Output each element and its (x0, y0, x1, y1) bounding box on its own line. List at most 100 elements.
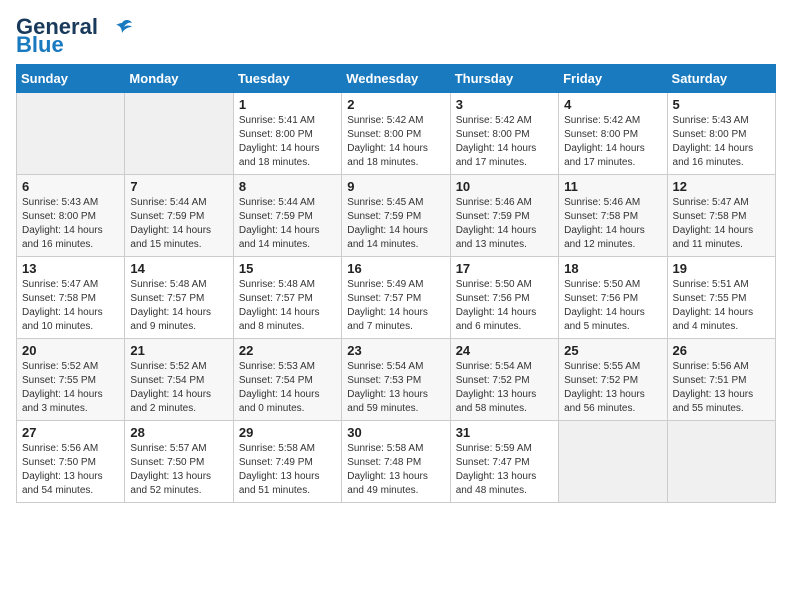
calendar-cell: 13 Sunrise: 5:47 AM Sunset: 7:58 PM Dayli… (17, 257, 125, 339)
day-number: 27 (22, 425, 119, 440)
weekday-header-tuesday: Tuesday (233, 65, 341, 93)
calendar-cell: 3 Sunrise: 5:42 AM Sunset: 8:00 PM Daylig… (450, 93, 558, 175)
calendar-week-row: 6 Sunrise: 5:43 AM Sunset: 8:00 PM Daylig… (17, 175, 776, 257)
page-header: General Blue (16, 16, 776, 56)
day-info: Sunrise: 5:55 AM Sunset: 7:52 PM Dayligh… (564, 360, 661, 416)
calendar-cell: 5 Sunrise: 5:43 AM Sunset: 8:00 PM Daylig… (667, 93, 775, 175)
day-info: Sunrise: 5:42 AM Sunset: 8:00 PM Dayligh… (564, 114, 661, 170)
calendar-header-row: SundayMondayTuesdayWednesdayThursdayFrid… (17, 65, 776, 93)
day-number: 4 (564, 97, 661, 112)
day-info: Sunrise: 5:48 AM Sunset: 7:57 PM Dayligh… (239, 278, 336, 334)
day-number: 5 (673, 97, 770, 112)
day-number: 31 (456, 425, 553, 440)
day-info: Sunrise: 5:41 AM Sunset: 8:00 PM Dayligh… (239, 114, 336, 170)
day-info: Sunrise: 5:58 AM Sunset: 7:48 PM Dayligh… (347, 442, 444, 498)
calendar-table: SundayMondayTuesdayWednesdayThursdayFrid… (16, 64, 776, 503)
calendar-cell: 14 Sunrise: 5:48 AM Sunset: 7:57 PM Dayli… (125, 257, 233, 339)
calendar-cell: 21 Sunrise: 5:52 AM Sunset: 7:54 PM Dayli… (125, 339, 233, 421)
day-info: Sunrise: 5:46 AM Sunset: 7:59 PM Dayligh… (456, 196, 553, 252)
calendar-cell: 8 Sunrise: 5:44 AM Sunset: 7:59 PM Daylig… (233, 175, 341, 257)
calendar-cell: 31 Sunrise: 5:59 AM Sunset: 7:47 PM Dayli… (450, 421, 558, 503)
day-info: Sunrise: 5:57 AM Sunset: 7:50 PM Dayligh… (130, 442, 227, 498)
day-number: 24 (456, 343, 553, 358)
day-number: 3 (456, 97, 553, 112)
day-info: Sunrise: 5:54 AM Sunset: 7:53 PM Dayligh… (347, 360, 444, 416)
day-number: 29 (239, 425, 336, 440)
weekday-header-sunday: Sunday (17, 65, 125, 93)
calendar-cell: 25 Sunrise: 5:55 AM Sunset: 7:52 PM Dayli… (559, 339, 667, 421)
day-number: 30 (347, 425, 444, 440)
calendar-cell: 11Sunrise: 5:46 AM Sunset: 7:58 PM Dayli… (559, 175, 667, 257)
weekday-header-thursday: Thursday (450, 65, 558, 93)
calendar-cell: 30 Sunrise: 5:58 AM Sunset: 7:48 PM Dayli… (342, 421, 450, 503)
calendar-cell: 22 Sunrise: 5:53 AM Sunset: 7:54 PM Dayli… (233, 339, 341, 421)
calendar-cell: 9 Sunrise: 5:45 AM Sunset: 7:59 PM Daylig… (342, 175, 450, 257)
calendar-cell: 20Sunrise: 5:52 AM Sunset: 7:55 PM Dayli… (17, 339, 125, 421)
calendar-cell: 7 Sunrise: 5:44 AM Sunset: 7:59 PM Daylig… (125, 175, 233, 257)
day-number: 12 (673, 179, 770, 194)
day-info: Sunrise: 5:52 AM Sunset: 7:54 PM Dayligh… (130, 360, 227, 416)
calendar-cell: 24Sunrise: 5:54 AM Sunset: 7:52 PM Dayli… (450, 339, 558, 421)
day-info: Sunrise: 5:53 AM Sunset: 7:54 PM Dayligh… (239, 360, 336, 416)
day-info: Sunrise: 5:49 AM Sunset: 7:57 PM Dayligh… (347, 278, 444, 334)
day-number: 26 (673, 343, 770, 358)
calendar-cell (125, 93, 233, 175)
day-number: 23 (347, 343, 444, 358)
day-number: 14 (130, 261, 227, 276)
day-info: Sunrise: 5:42 AM Sunset: 8:00 PM Dayligh… (456, 114, 553, 170)
day-number: 22 (239, 343, 336, 358)
calendar-cell: 12 Sunrise: 5:47 AM Sunset: 7:58 PM Dayli… (667, 175, 775, 257)
day-number: 19 (673, 261, 770, 276)
calendar-cell (559, 421, 667, 503)
calendar-cell: 15Sunrise: 5:48 AM Sunset: 7:57 PM Dayli… (233, 257, 341, 339)
day-number: 2 (347, 97, 444, 112)
calendar-cell: 18 Sunrise: 5:50 AM Sunset: 7:56 PM Dayli… (559, 257, 667, 339)
day-info: Sunrise: 5:44 AM Sunset: 7:59 PM Dayligh… (239, 196, 336, 252)
weekday-header-saturday: Saturday (667, 65, 775, 93)
calendar-week-row: 1 Sunrise: 5:41 AM Sunset: 8:00 PM Daylig… (17, 93, 776, 175)
calendar-cell: 28 Sunrise: 5:57 AM Sunset: 7:50 PM Dayli… (125, 421, 233, 503)
calendar-cell: 26 Sunrise: 5:56 AM Sunset: 7:51 PM Dayli… (667, 339, 775, 421)
day-info: Sunrise: 5:47 AM Sunset: 7:58 PM Dayligh… (22, 278, 119, 334)
calendar-cell (17, 93, 125, 175)
day-info: Sunrise: 5:56 AM Sunset: 7:51 PM Dayligh… (673, 360, 770, 416)
day-info: Sunrise: 5:48 AM Sunset: 7:57 PM Dayligh… (130, 278, 227, 334)
calendar-week-row: 13 Sunrise: 5:47 AM Sunset: 7:58 PM Dayli… (17, 257, 776, 339)
day-info: Sunrise: 5:42 AM Sunset: 8:00 PM Dayligh… (347, 114, 444, 170)
calendar-cell: 19Sunrise: 5:51 AM Sunset: 7:55 PM Dayli… (667, 257, 775, 339)
day-info: Sunrise: 5:44 AM Sunset: 7:59 PM Dayligh… (130, 196, 227, 252)
calendar-cell: 6 Sunrise: 5:43 AM Sunset: 8:00 PM Daylig… (17, 175, 125, 257)
day-info: Sunrise: 5:50 AM Sunset: 7:56 PM Dayligh… (564, 278, 661, 334)
day-number: 17 (456, 261, 553, 276)
day-number: 9 (347, 179, 444, 194)
weekday-header-monday: Monday (125, 65, 233, 93)
day-number: 7 (130, 179, 227, 194)
day-info: Sunrise: 5:45 AM Sunset: 7:59 PM Dayligh… (347, 196, 444, 252)
day-number: 18 (564, 261, 661, 276)
weekday-header-wednesday: Wednesday (342, 65, 450, 93)
day-info: Sunrise: 5:50 AM Sunset: 7:56 PM Dayligh… (456, 278, 553, 334)
day-info: Sunrise: 5:56 AM Sunset: 7:50 PM Dayligh… (22, 442, 119, 498)
logo: General Blue (16, 16, 134, 56)
calendar-cell: 1 Sunrise: 5:41 AM Sunset: 8:00 PM Daylig… (233, 93, 341, 175)
day-number: 28 (130, 425, 227, 440)
day-info: Sunrise: 5:43 AM Sunset: 8:00 PM Dayligh… (673, 114, 770, 170)
calendar-cell: 4 Sunrise: 5:42 AM Sunset: 8:00 PM Daylig… (559, 93, 667, 175)
calendar-cell: 2 Sunrise: 5:42 AM Sunset: 8:00 PM Daylig… (342, 93, 450, 175)
day-info: Sunrise: 5:59 AM Sunset: 7:47 PM Dayligh… (456, 442, 553, 498)
day-number: 21 (130, 343, 227, 358)
calendar-cell: 29Sunrise: 5:58 AM Sunset: 7:49 PM Dayli… (233, 421, 341, 503)
day-number: 6 (22, 179, 119, 194)
day-number: 1 (239, 97, 336, 112)
day-number: 11 (564, 179, 661, 194)
calendar-cell: 16 Sunrise: 5:49 AM Sunset: 7:57 PM Dayli… (342, 257, 450, 339)
day-number: 13 (22, 261, 119, 276)
day-info: Sunrise: 5:47 AM Sunset: 7:58 PM Dayligh… (673, 196, 770, 252)
calendar-cell: 23 Sunrise: 5:54 AM Sunset: 7:53 PM Dayli… (342, 339, 450, 421)
day-number: 20 (22, 343, 119, 358)
day-info: Sunrise: 5:43 AM Sunset: 8:00 PM Dayligh… (22, 196, 119, 252)
day-number: 8 (239, 179, 336, 194)
day-number: 25 (564, 343, 661, 358)
day-number: 16 (347, 261, 444, 276)
weekday-header-friday: Friday (559, 65, 667, 93)
